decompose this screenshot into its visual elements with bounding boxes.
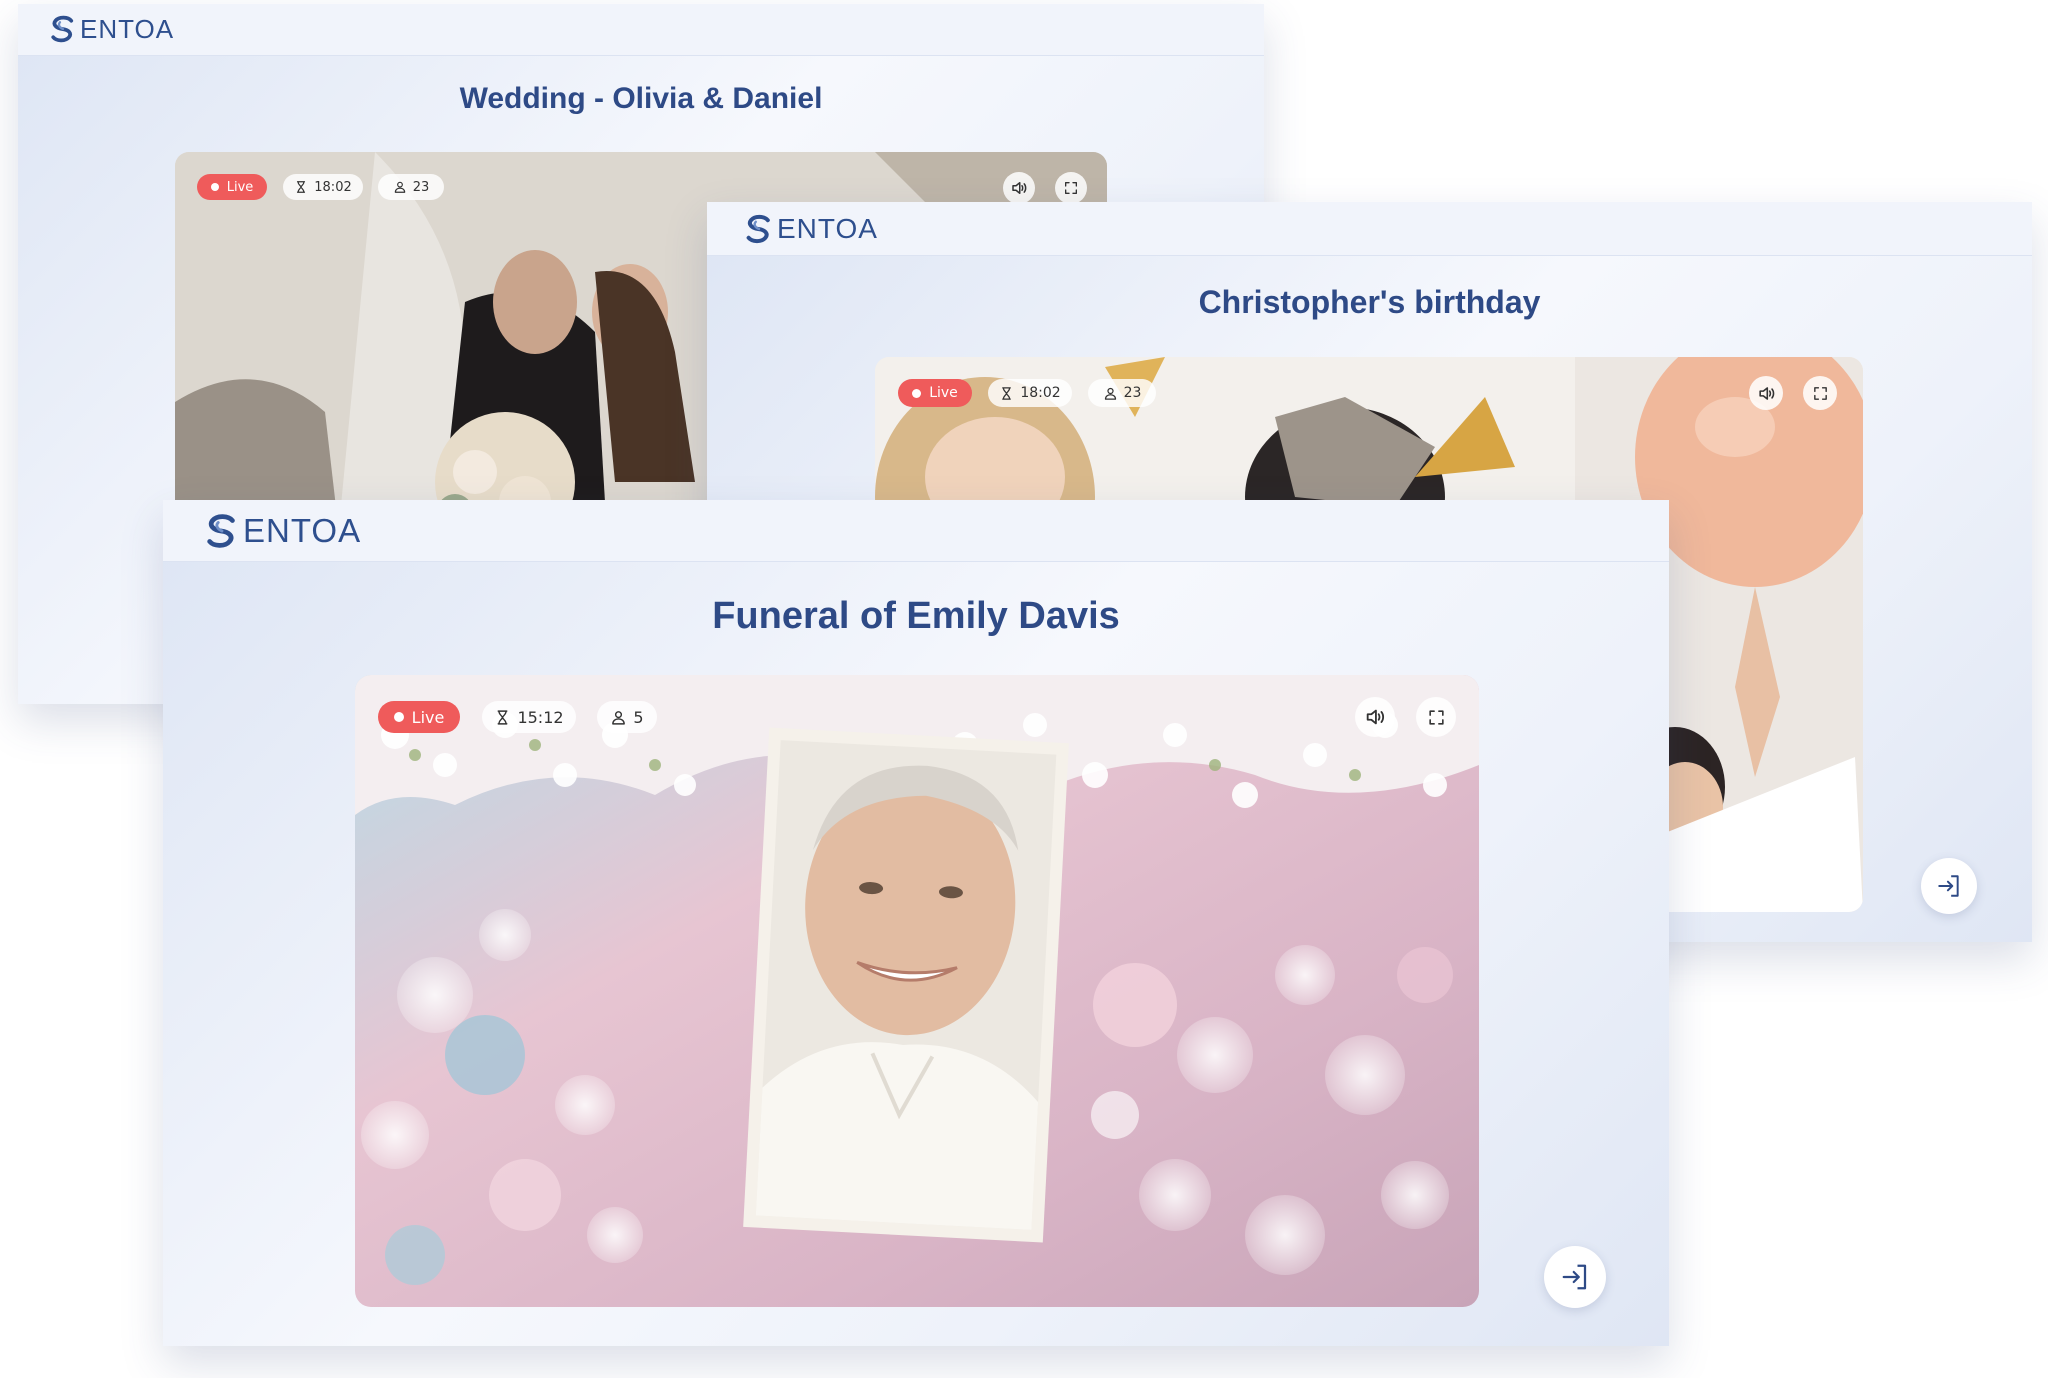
stream-card-funeral: ENTOA Funeral of Emily Davis Live 15:12 … <box>163 500 1669 1346</box>
live-badge: Live <box>378 701 460 733</box>
sentoa-logo-icon <box>743 212 775 246</box>
hourglass-icon <box>999 386 1014 401</box>
volume-icon <box>1364 706 1386 728</box>
exit-stream-button[interactable] <box>1921 858 1977 914</box>
viewers-count: 5 <box>633 707 644 727</box>
fullscreen-icon <box>1812 385 1829 402</box>
sentoa-logo: ENTOA <box>203 511 361 551</box>
duration-value: 15:12 <box>517 707 564 727</box>
sentoa-logo: ENTOA <box>48 13 174 45</box>
user-icon <box>1103 386 1118 401</box>
volume-button[interactable] <box>1355 697 1395 737</box>
fullscreen-button[interactable] <box>1055 172 1087 204</box>
live-badge: Live <box>898 379 972 407</box>
user-icon <box>393 180 407 194</box>
memorial-photo <box>355 675 1479 1307</box>
volume-button[interactable] <box>1749 376 1783 410</box>
live-dot <box>912 388 922 398</box>
live-label: Live <box>226 179 254 195</box>
viewers-count: 23 <box>1123 385 1142 401</box>
card-header: ENTOA <box>163 500 1669 562</box>
stream-title: Christopher's birthday <box>1198 284 1541 320</box>
exit-icon <box>1560 1262 1590 1292</box>
sentoa-logo: ENTOA <box>743 212 878 246</box>
viewers-badge: 23 <box>1088 379 1156 407</box>
card-header: ENTOA <box>707 202 2032 256</box>
sentoa-logo-icon <box>48 13 78 45</box>
viewers-badge: 23 <box>378 174 444 200</box>
exit-icon <box>1936 873 1962 899</box>
duration-badge: 18:02 <box>283 174 363 200</box>
volume-icon <box>1757 384 1776 403</box>
user-icon <box>610 709 627 726</box>
logo-text: ENTOA <box>80 13 175 44</box>
hourglass-icon <box>294 180 308 194</box>
hourglass-icon <box>494 709 511 726</box>
card-header: ENTOA <box>18 4 1264 56</box>
live-label: Live <box>929 385 958 401</box>
duration-badge: 18:02 <box>988 379 1072 407</box>
viewers-badge: 5 <box>597 701 657 733</box>
fullscreen-icon <box>1063 180 1079 196</box>
volume-icon <box>1010 179 1028 197</box>
exit-stream-button[interactable] <box>1544 1246 1606 1308</box>
live-dot <box>393 712 404 722</box>
live-label: Live <box>411 707 445 727</box>
stream-title: Wedding - Olivia & Daniel <box>459 82 823 115</box>
logo-text: ENTOA <box>777 213 878 244</box>
logo-text: ENTOA <box>243 512 362 549</box>
fullscreen-button[interactable] <box>1803 376 1837 410</box>
live-dot <box>210 183 219 191</box>
volume-button[interactable] <box>1003 172 1035 204</box>
duration-badge: 15:12 <box>482 701 576 733</box>
viewers-count: 23 <box>412 179 430 195</box>
live-badge: Live <box>197 174 267 200</box>
sentoa-logo-icon <box>203 511 241 551</box>
video-player[interactable]: Live 15:12 5 <box>355 675 1479 1307</box>
fullscreen-icon <box>1427 708 1446 727</box>
duration-value: 18:02 <box>314 179 352 195</box>
stream-title: Funeral of Emily Davis <box>712 595 1120 637</box>
duration-value: 18:02 <box>1020 385 1061 401</box>
fullscreen-button[interactable] <box>1416 697 1456 737</box>
